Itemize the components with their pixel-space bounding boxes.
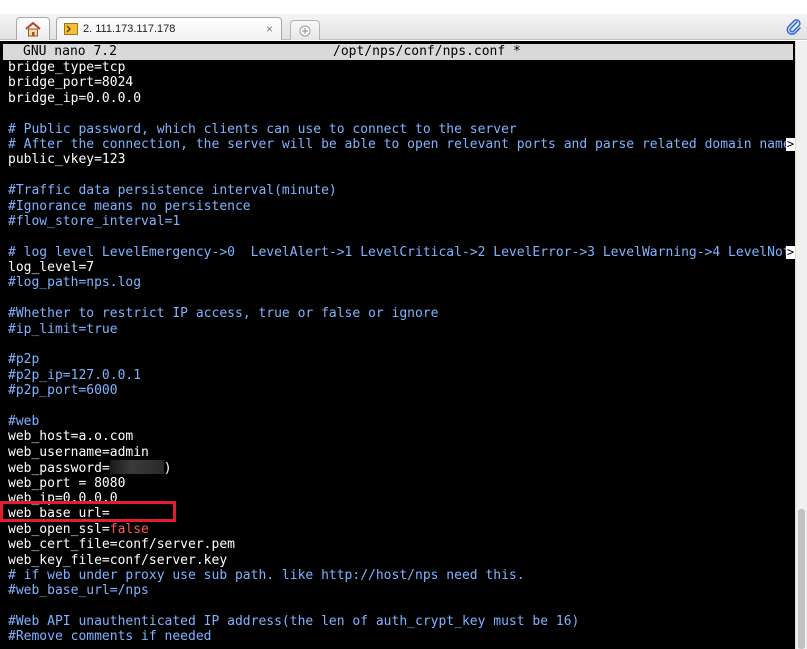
editor-line: #p2p_port=6000	[8, 383, 118, 399]
new-tab-button[interactable]	[290, 20, 320, 40]
line-text: web_open_ssl=	[8, 521, 110, 537]
editor-line: bridge_type=tcp	[8, 60, 126, 75]
editor-line: web_cert_file=conf/server.pem	[8, 537, 235, 553]
line-text: # After the connection, the server will …	[8, 136, 791, 152]
home-tab[interactable]	[16, 17, 50, 40]
editor-line: web_port = 8080	[8, 475, 126, 491]
close-tab-button[interactable]: ×	[266, 22, 273, 36]
file-path: /opt/nps/conf/nps.conf *	[333, 44, 521, 59]
truncation-marker: >	[786, 136, 795, 151]
editor-line: #Ignorance means no persistence	[8, 198, 251, 214]
redacted-password	[109, 460, 164, 475]
home-icon	[25, 21, 41, 36]
editor-line: # Public password, which clients can use…	[8, 121, 517, 137]
editor-line: #Remove comments if needed	[8, 629, 212, 645]
truncation-marker: >	[786, 244, 795, 259]
editor-line: web_username=admin	[8, 444, 149, 460]
editor-line: #ip_limit=true	[8, 321, 118, 337]
editor-line: web_key_file=conf/server.key	[8, 552, 228, 568]
editor-line: #p2p	[8, 352, 40, 368]
editor-line: bridge_port=8024	[8, 75, 134, 91]
editor-line: # if web under proxy use sub path. like …	[8, 567, 525, 583]
password-highlight-box	[0, 501, 176, 522]
vertical-scrollbar[interactable]	[795, 41, 807, 649]
terminal-window[interactable]: GNU nano 7.2 /opt/nps/conf/nps.conf * br…	[0, 41, 795, 649]
session-tab-label: 2. 111.173.117.178	[83, 23, 176, 35]
nano-title-bar: GNU nano 7.2 /opt/nps/conf/nps.conf *	[3, 44, 793, 60]
editor-line: #Traffic data persistence interval(minut…	[8, 183, 337, 199]
password-suffix: )	[163, 461, 172, 476]
editor-line: #web_base_url=/nps	[8, 583, 149, 599]
scrollbar-thumb[interactable]	[798, 509, 805, 649]
editor-line: bridge_ip=0.0.0.0	[8, 90, 142, 106]
nano-version: GNU nano 7.2	[23, 44, 117, 59]
editor-line: #Web API unauthenticated IP address(the …	[8, 614, 580, 630]
editor-text-area[interactable]: bridge_type=tcp bridge_port=8024 bridge_…	[8, 60, 795, 645]
editor-line: #web	[8, 413, 40, 429]
editor-line-truncated: # After the connection, the server will …	[8, 137, 795, 152]
session-tab[interactable]: 2. 111.173.117.178 ×	[56, 17, 282, 40]
line-text: # log level LevelEmergency->0 LevelAlert…	[8, 244, 791, 260]
editor-line: #log_path=nps.log	[8, 275, 142, 291]
plus-icon	[299, 25, 311, 36]
terminal-session-icon	[64, 23, 78, 35]
paperclip-icon[interactable]	[785, 18, 803, 36]
line-text: web_password=	[8, 461, 110, 476]
web-open-ssl-line: web_open_ssl=false	[8, 522, 795, 537]
editor-line: public_vkey=123	[8, 152, 126, 168]
editor-line: #flow_store_interval=1	[8, 213, 181, 229]
editor-line: log_level=7	[8, 260, 95, 276]
tab-bar: 2. 111.173.117.178 ×	[0, 0, 807, 40]
editor-line: #Whether to restrict IP access, true or …	[8, 306, 439, 322]
editor-line: web_host=a.o.com	[8, 429, 134, 445]
boolean-value: false	[109, 521, 149, 537]
web-password-line: web_password=)	[8, 460, 795, 476]
editor-line: #p2p_ip=127.0.0.1	[8, 367, 142, 383]
editor-line-truncated: # log level LevelEmergency->0 LevelAlert…	[8, 245, 795, 260]
